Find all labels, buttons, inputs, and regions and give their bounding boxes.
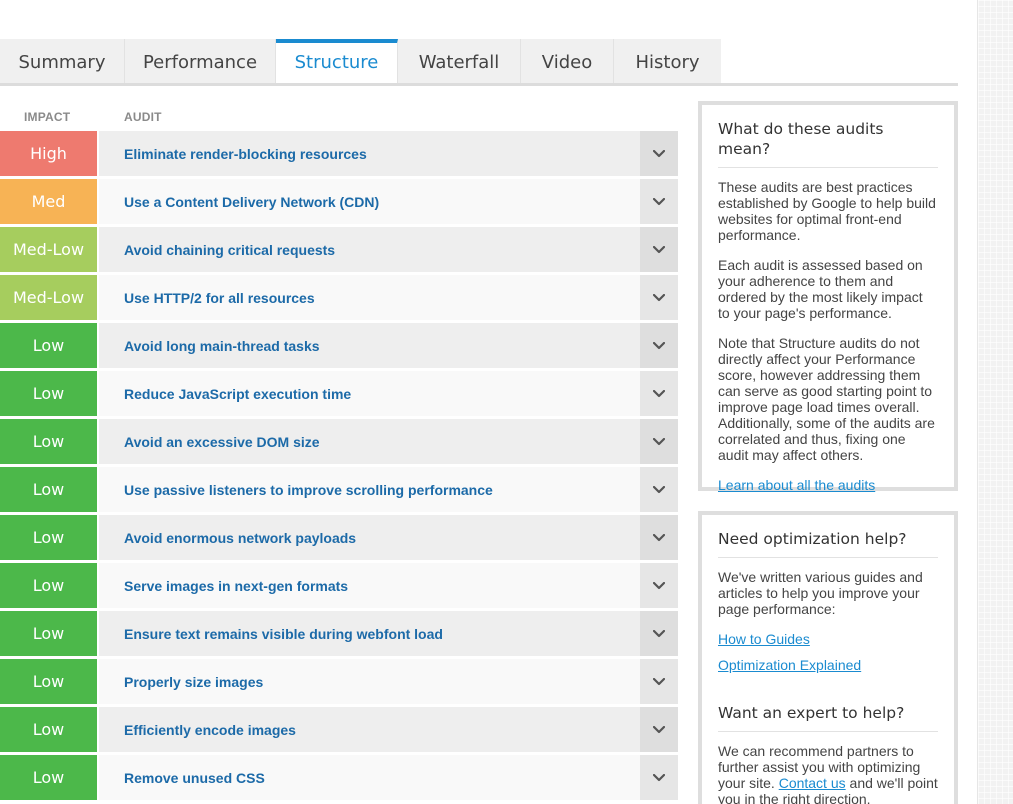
- audit-title[interactable]: Avoid long main-thread tasks: [99, 338, 320, 354]
- impact-badge: Med-Low: [0, 227, 97, 272]
- tab-history[interactable]: History: [614, 39, 721, 86]
- report-tabs: Summary Performance Structure Waterfall …: [0, 39, 721, 86]
- audit-row[interactable]: Low Avoid enormous network payloads: [0, 515, 678, 560]
- chevron-down-icon[interactable]: [640, 467, 678, 512]
- chevron-down-icon[interactable]: [640, 755, 678, 800]
- audit-title[interactable]: Eliminate render-blocking resources: [99, 146, 367, 162]
- chevron-down-icon[interactable]: [640, 515, 678, 560]
- audit-title[interactable]: Use a Content Delivery Network (CDN): [99, 194, 379, 210]
- tab-summary[interactable]: Summary: [0, 39, 125, 86]
- chevron-down-icon[interactable]: [640, 323, 678, 368]
- audit-row[interactable]: Low Efficiently encode images: [0, 707, 678, 752]
- impact-badge: Med: [0, 179, 97, 224]
- impact-badge: Low: [0, 611, 97, 656]
- audit-title[interactable]: Use HTTP/2 for all resources: [99, 290, 315, 306]
- chevron-down-icon[interactable]: [640, 275, 678, 320]
- audit-title[interactable]: Efficiently encode images: [99, 722, 296, 738]
- chevron-down-icon[interactable]: [640, 179, 678, 224]
- panel-text: These audits are best practices establis…: [718, 179, 936, 243]
- audit-title[interactable]: Ensure text remains visible during webfo…: [99, 626, 443, 642]
- audit-row[interactable]: Low Avoid long main-thread tasks: [0, 323, 678, 368]
- audit-row[interactable]: Med Use a Content Delivery Network (CDN): [0, 179, 678, 224]
- audit-item[interactable]: Use passive listeners to improve scrolli…: [99, 467, 678, 512]
- impact-badge: Low: [0, 323, 97, 368]
- chevron-down-icon[interactable]: [640, 227, 678, 272]
- impact-column-header: IMPACT: [24, 110, 71, 124]
- audit-item[interactable]: Use a Content Delivery Network (CDN): [99, 179, 678, 224]
- panel-text: Each audit is assessed based on your adh…: [718, 257, 923, 321]
- audit-item[interactable]: Remove unused CSS: [99, 755, 678, 800]
- impact-badge: Low: [0, 707, 97, 752]
- chevron-down-icon[interactable]: [640, 659, 678, 704]
- audit-item[interactable]: Properly size images: [99, 659, 678, 704]
- audit-item[interactable]: Avoid chaining critical requests: [99, 227, 678, 272]
- audit-item[interactable]: Avoid enormous network payloads: [99, 515, 678, 560]
- audit-row[interactable]: High Eliminate render-blocking resources: [0, 131, 678, 176]
- audit-title[interactable]: Avoid enormous network payloads: [99, 530, 356, 546]
- audit-title[interactable]: Use passive listeners to improve scrolli…: [99, 482, 493, 498]
- optimization-help-panel: Need optimization help? We've written va…: [698, 511, 958, 804]
- audit-title[interactable]: Reduce JavaScript execution time: [99, 386, 351, 402]
- audit-list: High Eliminate render-blocking resources M…: [0, 131, 678, 803]
- audit-item[interactable]: Serve images in next-gen formats: [99, 563, 678, 608]
- page-background-pattern: [977, 0, 1013, 804]
- chevron-down-icon[interactable]: [640, 371, 678, 416]
- audit-title[interactable]: Avoid chaining critical requests: [99, 242, 335, 258]
- audit-item[interactable]: Efficiently encode images: [99, 707, 678, 752]
- audit-title[interactable]: Serve images in next-gen formats: [99, 578, 348, 594]
- impact-badge: Low: [0, 515, 97, 560]
- audit-item[interactable]: Eliminate render-blocking resources: [99, 131, 678, 176]
- audit-row[interactable]: Low Ensure text remains visible during we…: [0, 611, 678, 656]
- audit-item[interactable]: Ensure text remains visible during webfo…: [99, 611, 678, 656]
- impact-badge: High: [0, 131, 97, 176]
- tab-structure[interactable]: Structure: [276, 39, 398, 86]
- audit-item[interactable]: Reduce JavaScript execution time: [99, 371, 678, 416]
- audit-row[interactable]: Low Serve images in next-gen formats: [0, 563, 678, 608]
- impact-badge: Low: [0, 563, 97, 608]
- chevron-down-icon[interactable]: [640, 131, 678, 176]
- impact-badge: Low: [0, 467, 97, 512]
- panel-text: We can recommend partners to further ass…: [718, 743, 938, 804]
- impact-badge: Low: [0, 659, 97, 704]
- chevron-down-icon[interactable]: [640, 707, 678, 752]
- optimization-explained-link[interactable]: Optimization Explained: [718, 657, 861, 673]
- audit-row[interactable]: Low Properly size images: [0, 659, 678, 704]
- audit-item[interactable]: Avoid long main-thread tasks: [99, 323, 678, 368]
- learn-audits-link[interactable]: Learn about all the audits: [718, 477, 875, 493]
- audit-title[interactable]: Avoid an excessive DOM size: [99, 434, 320, 450]
- chevron-down-icon[interactable]: [640, 611, 678, 656]
- chevron-down-icon[interactable]: [640, 419, 678, 464]
- audit-row[interactable]: Med-Low Avoid chaining critical requests: [0, 227, 678, 272]
- impact-badge: Med-Low: [0, 275, 97, 320]
- audit-row[interactable]: Low Avoid an excessive DOM size: [0, 419, 678, 464]
- panel-subtitle: Want an expert to help?: [718, 703, 938, 732]
- impact-badge: Low: [0, 419, 97, 464]
- audit-column-header: AUDIT: [124, 110, 162, 124]
- panel-title: Need optimization help?: [718, 529, 938, 558]
- audit-row[interactable]: Low Use passive listeners to improve scro…: [0, 467, 678, 512]
- contact-us-link[interactable]: Contact us: [779, 775, 846, 791]
- impact-badge: Low: [0, 755, 97, 800]
- audit-row[interactable]: Low Remove unused CSS: [0, 755, 678, 800]
- tab-video[interactable]: Video: [521, 39, 614, 86]
- audit-title[interactable]: Properly size images: [99, 674, 263, 690]
- how-to-guides-link[interactable]: How to Guides: [718, 631, 810, 647]
- panel-text: We've written various guides and article…: [718, 569, 923, 617]
- audit-item[interactable]: Use HTTP/2 for all resources: [99, 275, 678, 320]
- panel-title: What do these audits mean?: [718, 119, 938, 168]
- audit-row[interactable]: Med-Low Use HTTP/2 for all resources: [0, 275, 678, 320]
- tab-performance[interactable]: Performance: [125, 39, 276, 86]
- audits-info-panel: What do these audits mean? These audits …: [698, 101, 958, 493]
- tab-waterfall[interactable]: Waterfall: [398, 39, 521, 86]
- audit-row[interactable]: Low Reduce JavaScript execution time: [0, 371, 678, 416]
- audit-item[interactable]: Avoid an excessive DOM size: [99, 419, 678, 464]
- impact-badge: Low: [0, 371, 97, 416]
- audit-title[interactable]: Remove unused CSS: [99, 770, 265, 786]
- tabs-divider: [0, 83, 958, 86]
- panel-text: Note that Structure audits do not direct…: [718, 335, 935, 463]
- chevron-down-icon[interactable]: [640, 563, 678, 608]
